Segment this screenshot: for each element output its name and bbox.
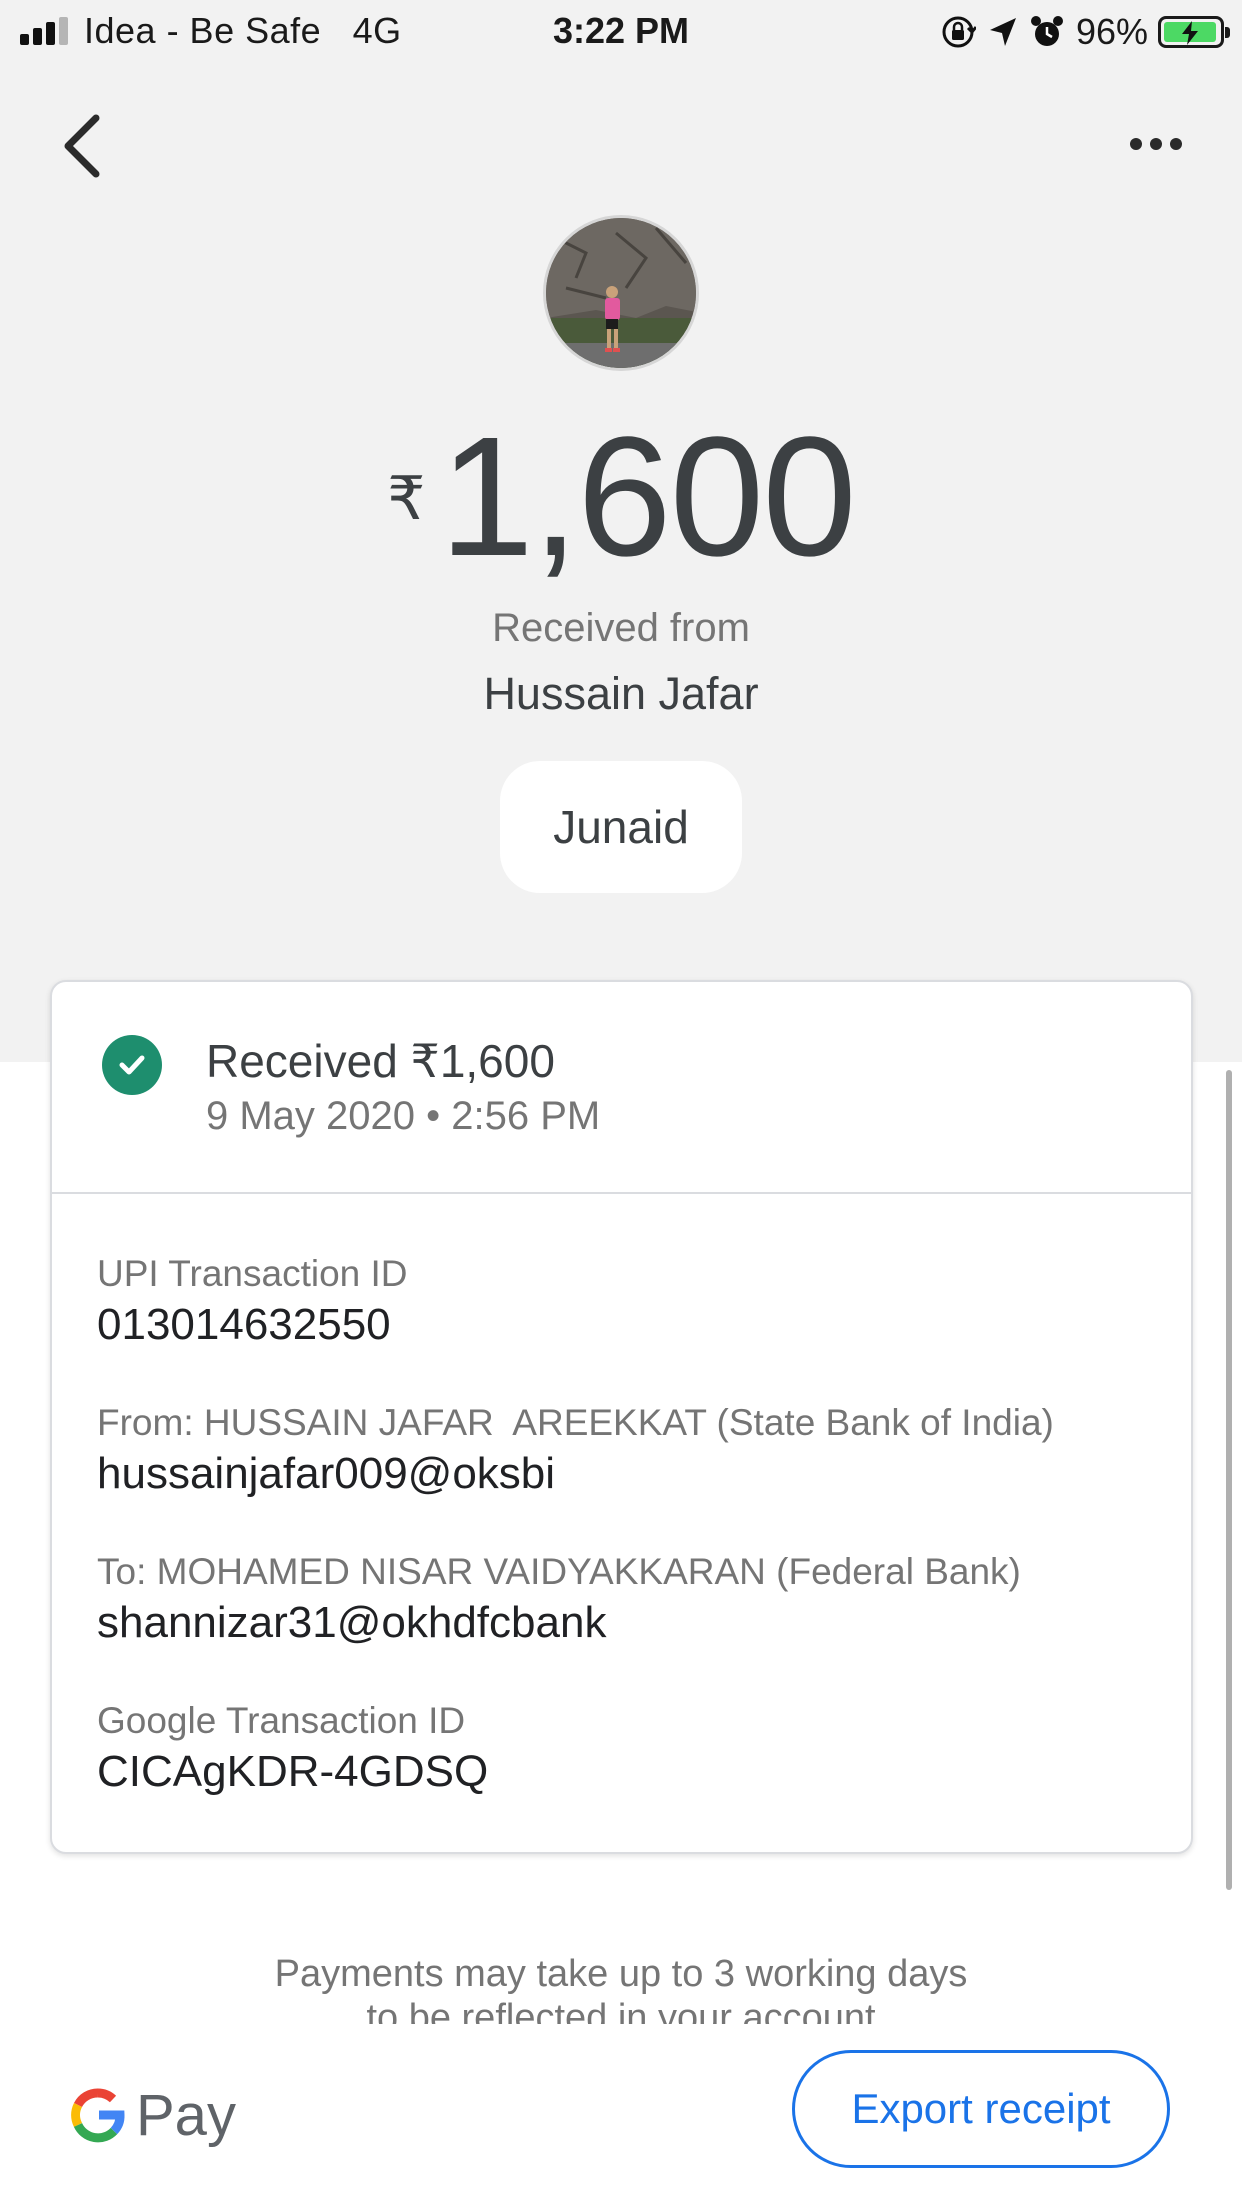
avatar[interactable] bbox=[543, 215, 699, 371]
detail-value: 013014632550 bbox=[97, 1300, 391, 1350]
detail-label: Google Transaction ID bbox=[97, 1700, 466, 1741]
detail-value: shannizar31@okhdfcbank bbox=[97, 1598, 607, 1648]
status-right-group: 96% bbox=[940, 10, 1230, 54]
payment-amount: ₹ 1,600 bbox=[0, 400, 1242, 596]
back-button[interactable] bbox=[52, 108, 116, 184]
check-circle-icon bbox=[102, 1035, 162, 1095]
sender-name: Hussain Jafar bbox=[483, 668, 759, 719]
status-bar: Idea - Be Safe 4G 3:22 PM 96% bbox=[0, 0, 1242, 62]
processing-time-text: Payments may take up to 3 working days t… bbox=[274, 1953, 968, 2024]
pay-wordmark: Pay bbox=[136, 2082, 236, 2148]
detail-value: hussainjafar009@oksbi bbox=[97, 1449, 556, 1499]
google-g-icon bbox=[71, 2088, 125, 2143]
gpay-logo: Pay bbox=[70, 2080, 236, 2150]
battery-percentage: 96% bbox=[1075, 11, 1148, 52]
detail-label: UPI Transaction ID bbox=[97, 1253, 408, 1294]
detail-value: CICAgKDR-4GDSQ bbox=[97, 1747, 489, 1797]
transaction-datetime: 9 May 2020 • 2:56 PM bbox=[206, 1094, 601, 1138]
processing-time-note: Payments may take up to 3 working days t… bbox=[0, 1952, 1242, 2024]
currency-symbol: ₹ bbox=[387, 465, 426, 532]
from-account: From: HUSSAIN JAFAR AREEKKAT (State Bank… bbox=[97, 1401, 1054, 1500]
scrollbar[interactable] bbox=[1226, 1070, 1232, 1890]
more-horizontal-icon bbox=[1130, 138, 1182, 150]
payment-note: Junaid bbox=[500, 761, 742, 893]
chevron-left-icon bbox=[64, 114, 100, 178]
to-account: To: MOHAMED NISAR VAIDYAKKARAN (Federal … bbox=[97, 1550, 1021, 1649]
more-options-button[interactable] bbox=[1126, 122, 1186, 166]
battery-charging-icon bbox=[1158, 16, 1230, 48]
location-arrow-icon bbox=[989, 18, 1016, 46]
received-from-label: Received from bbox=[492, 606, 750, 650]
google-transaction-id: Google Transaction ID CICAgKDR-4GDSQ bbox=[97, 1699, 488, 1798]
export-receipt-button[interactable]: Export receipt bbox=[792, 2050, 1170, 2168]
amount-value: 1,600 bbox=[439, 402, 856, 592]
upi-transaction-id: UPI Transaction ID 013014632550 bbox=[97, 1252, 408, 1351]
detail-label: To: MOHAMED NISAR VAIDYAKKARAN (Federal … bbox=[97, 1551, 1021, 1592]
transaction-status-header: Received ₹1,600 9 May 2020 • 2:56 PM bbox=[52, 982, 1191, 1194]
transaction-status-title: Received ₹1,600 bbox=[206, 1035, 555, 1087]
orientation-lock-icon bbox=[942, 16, 976, 48]
alarm-icon bbox=[1030, 16, 1063, 46]
detail-label: From: HUSSAIN JAFAR AREEKKAT (State Bank… bbox=[97, 1402, 1054, 1443]
transaction-details-card: Received ₹1,600 9 May 2020 • 2:56 PM UPI… bbox=[50, 980, 1193, 1854]
